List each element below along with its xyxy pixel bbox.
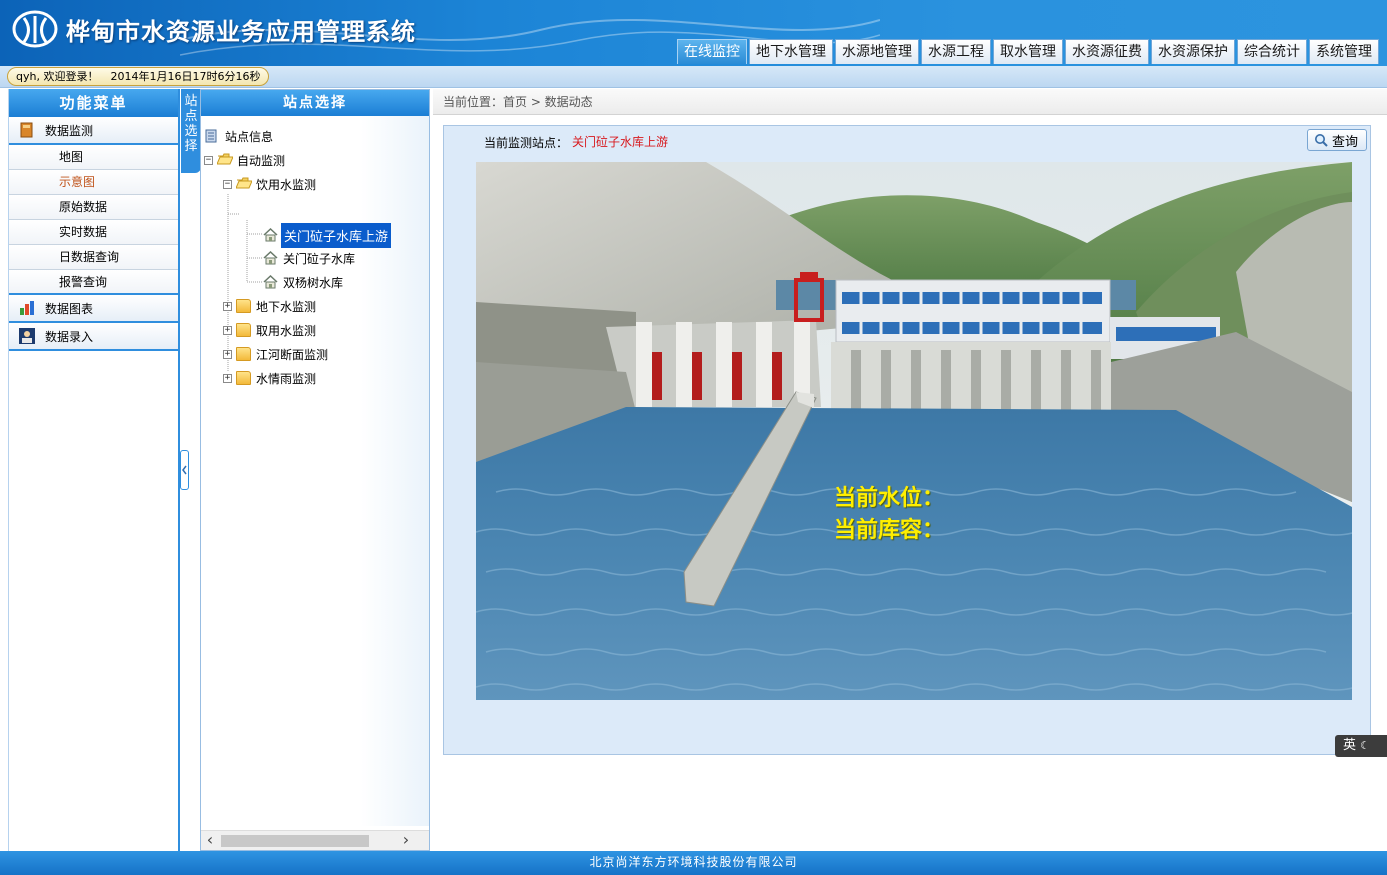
menu-group-data-monitor[interactable]: 数据监测	[9, 117, 178, 145]
station-label: 当前监测站点：	[484, 136, 569, 150]
menu-item-raw-data[interactable]: 原始数据	[9, 195, 178, 220]
tree-node-site-reservoir[interactable]: 关门砬子水库	[263, 248, 357, 268]
menu-item-diagram[interactable]: 示意图	[9, 170, 178, 195]
tree-node-label: 江河断面监测	[256, 347, 329, 362]
status-bar: qyh, 欢迎登录！ 2014年1月16日17时6分16秒	[0, 66, 1387, 88]
station-name: 关门砬子水库上游	[572, 135, 669, 149]
chart-icon	[19, 300, 35, 316]
tree-node-label: 水情雨监测	[256, 371, 317, 386]
tree-node-label: 取用水监测	[256, 323, 317, 338]
tab-statistics[interactable]: 综合统计	[1237, 39, 1307, 64]
tree-node-label: 饮用水监测	[256, 177, 317, 192]
tree-node-intake[interactable]: + 取用水监测	[223, 320, 318, 340]
scrollbar-thumb[interactable]	[221, 835, 369, 847]
collapse-toggle-icon[interactable]: −	[204, 155, 213, 165]
open-folder-icon	[235, 177, 253, 191]
house-icon	[263, 250, 278, 265]
tree-node-site-upstream[interactable]: 关门砬子水库上游	[263, 222, 392, 248]
function-menu: 功能菜单 数据监测 地图 示意图 原始数据 实时数据 日数据查询 报警查询 数据…	[8, 89, 180, 851]
tree-node-river[interactable]: + 江河断面监测	[223, 344, 330, 364]
site-panel-title: 站点选择	[201, 90, 429, 116]
tab-system[interactable]: 系统管理	[1309, 39, 1379, 64]
tree-node-label: 地下水监测	[256, 299, 317, 314]
tab-intake[interactable]: 取水管理	[993, 39, 1063, 64]
tree-node-label: 站点信息	[225, 129, 274, 144]
menu-group-data-entry[interactable]: 数据录入	[9, 323, 178, 351]
expand-toggle-icon[interactable]: +	[223, 373, 232, 383]
folder-icon	[236, 323, 251, 337]
expand-toggle-icon[interactable]: +	[223, 325, 232, 335]
tab-water-source[interactable]: 水源地管理	[835, 39, 919, 64]
site-select-vertical-tab[interactable]: 站点选择	[181, 89, 201, 173]
menu-item-map[interactable]: 地图	[9, 145, 178, 170]
site-tree: 站点信息 − 自动监测 − 饮用水监测 关门砬子水库上游 关门砬子水库 双杨树水…	[201, 116, 429, 826]
expand-toggle-icon[interactable]: +	[223, 301, 232, 311]
tree-node-label: 关门砬子水库上游	[281, 222, 392, 248]
monitor-panel: 当前监测站点： 关门砬子水库上游 查询 当前水位： 当前库容：	[443, 125, 1371, 755]
tree-node-site-info[interactable]: 站点信息	[205, 126, 275, 146]
menu-item-daily-query[interactable]: 日数据查询	[9, 245, 178, 270]
dam-illustration	[476, 162, 1352, 700]
tree-node-site-shuangyangshu[interactable]: 双杨树水库	[263, 272, 345, 292]
water-logo-icon	[12, 10, 58, 48]
vertical-tab-label: 站点选择	[184, 94, 198, 154]
app-title: 桦甸市水资源业务应用管理系统	[66, 18, 416, 46]
menu-group-label: 数据监测	[45, 123, 94, 138]
collapse-handle[interactable]	[180, 450, 189, 490]
expand-toggle-icon[interactable]: +	[223, 349, 232, 359]
chevron-left-icon	[182, 465, 187, 475]
menu-item-realtime-data[interactable]: 实时数据	[9, 220, 178, 245]
top-navigation: 在线监控 地下水管理 水源地管理 水源工程 取水管理 水资源征费 水资源保护 综…	[677, 39, 1379, 64]
ime-label: 英	[1343, 738, 1357, 753]
document-icon	[205, 129, 220, 143]
capacity-label: 当前库容：	[834, 517, 945, 543]
tab-groundwater[interactable]: 地下水管理	[749, 39, 833, 64]
breadcrumb: 当前位置：首页 > 数据动态	[433, 89, 1387, 115]
welcome-badge: qyh, 欢迎登录！ 2014年1月16日17时6分16秒	[7, 67, 270, 86]
folder-icon	[236, 371, 251, 385]
tree-node-auto-monitor[interactable]: − 自动监测	[204, 150, 287, 170]
menu-group-data-charts[interactable]: 数据图表	[9, 295, 178, 323]
function-menu-title: 功能菜单	[9, 89, 178, 117]
footer-copyright: 北京尚洋东方环境科技股份有限公司	[0, 851, 1387, 875]
folder-icon	[236, 347, 251, 361]
tree-node-label: 关门砬子水库	[283, 251, 356, 266]
scroll-right-icon[interactable]: ›	[397, 832, 415, 850]
folder-icon	[236, 299, 251, 313]
book-icon	[19, 122, 35, 138]
menu-item-alarm-query[interactable]: 报警查询	[9, 270, 178, 295]
moon-icon: ☾	[1360, 739, 1371, 752]
tree-node-drinking-water[interactable]: − 饮用水监测	[223, 174, 318, 194]
query-button-label: 查询	[1331, 134, 1358, 150]
reservoir-readout: 当前水位： 当前库容：	[834, 482, 944, 546]
tree-horizontal-scrollbar[interactable]: ‹ ›	[201, 830, 429, 850]
query-button[interactable]: 查询	[1306, 129, 1367, 151]
user-entry-icon	[19, 328, 35, 344]
scroll-left-icon[interactable]: ‹	[201, 832, 219, 850]
menu-group-label: 数据录入	[45, 329, 94, 344]
open-folder-icon	[216, 153, 234, 167]
site-selection-panel: 站点选择 站点信息 − 自动监测 − 饮用水监测 关门砬子水库上游 关门砬子水库…	[200, 89, 430, 851]
welcome-text: qyh, 欢迎登录！	[16, 70, 99, 83]
app-header: 桦甸市水资源业务应用管理系统 在线监控 地下水管理 水源地管理 水源工程 取水管…	[0, 0, 1387, 66]
tree-node-rain[interactable]: + 水情雨监测	[223, 368, 318, 388]
tab-protection[interactable]: 水资源保护	[1151, 39, 1235, 64]
tree-node-label: 双杨树水库	[283, 275, 344, 290]
reservoir-scene: 当前水位： 当前库容：	[476, 162, 1352, 700]
login-datetime: 2014年1月16日17时6分16秒	[110, 70, 261, 83]
tab-fee[interactable]: 水资源征费	[1065, 39, 1149, 64]
water-level-label: 当前水位：	[834, 485, 945, 511]
collapse-toggle-icon[interactable]: −	[223, 179, 232, 189]
house-icon	[263, 274, 278, 289]
house-icon	[263, 227, 278, 242]
tree-node-label: 自动监测	[237, 153, 286, 168]
tab-online-monitor[interactable]: 在线监控	[677, 39, 747, 64]
ime-indicator[interactable]: 英 ☾	[1335, 735, 1387, 757]
menu-group-label: 数据图表	[45, 301, 94, 316]
tab-water-project[interactable]: 水源工程	[921, 39, 991, 64]
search-icon	[1314, 134, 1328, 147]
tree-node-groundwater[interactable]: + 地下水监测	[223, 296, 318, 316]
